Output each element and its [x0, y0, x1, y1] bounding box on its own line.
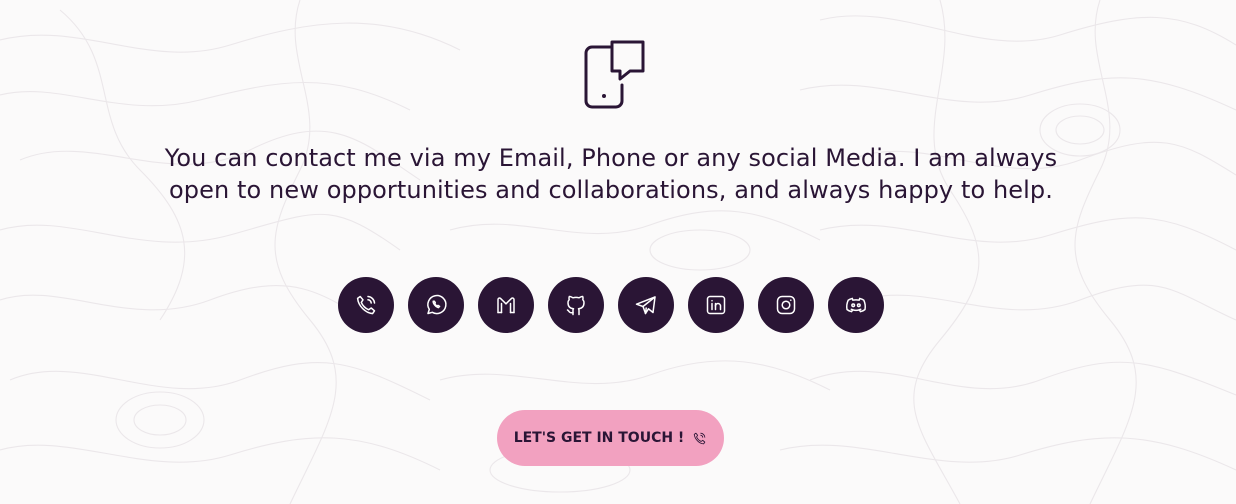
gmail-icon [497, 297, 515, 314]
phone-icon [356, 295, 376, 315]
social-links [338, 277, 884, 333]
instagram-icon [776, 295, 796, 315]
github-icon [566, 295, 585, 316]
whatsapp-link[interactable] [408, 277, 464, 333]
linkedin-icon [706, 295, 726, 315]
get-in-touch-label: LET'S GET IN TOUCH ! [513, 430, 685, 446]
discord-link[interactable] [828, 277, 884, 333]
mobile-chat-icon [584, 40, 645, 109]
telegram-link[interactable] [618, 277, 674, 333]
gmail-link[interactable] [478, 277, 534, 333]
telegram-icon [635, 296, 656, 315]
get-in-touch-button[interactable]: LET'S GET IN TOUCH ! [497, 410, 724, 466]
contact-description: You can contact me via my Email, Phone o… [130, 142, 1092, 206]
phone-link[interactable] [338, 277, 394, 333]
contact-description-line-1: You can contact me via my Email, Phone o… [164, 144, 1058, 172]
linkedin-link[interactable] [688, 277, 744, 333]
contact-description-line-2: open to new opportunities and collaborat… [169, 176, 1053, 204]
instagram-link[interactable] [758, 277, 814, 333]
discord-icon [846, 297, 866, 313]
github-link[interactable] [548, 277, 604, 333]
whatsapp-icon [427, 294, 447, 315]
phone-icon [694, 432, 706, 444]
contact-section: You can contact me via my Email, Phone o… [0, 0, 1236, 504]
